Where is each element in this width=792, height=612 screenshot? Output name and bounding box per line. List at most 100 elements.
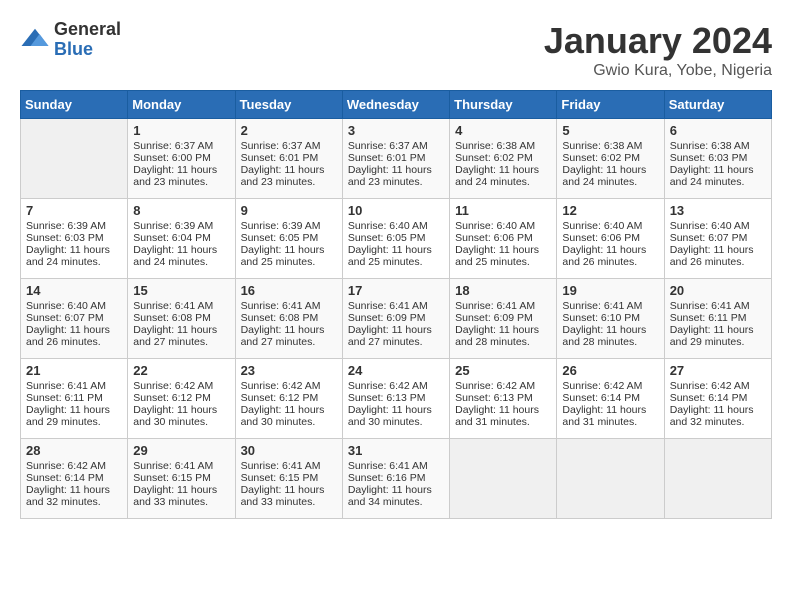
daylight-text: Daylight: 11 hours and 25 minutes. — [348, 244, 444, 268]
calendar-cell: 17Sunrise: 6:41 AMSunset: 6:09 PMDayligh… — [342, 279, 449, 359]
title-section: January 2024 Gwio Kura, Yobe, Nigeria — [544, 20, 772, 80]
daylight-text: Daylight: 11 hours and 25 minutes. — [455, 244, 551, 268]
daylight-text: Daylight: 11 hours and 24 minutes. — [455, 164, 551, 188]
day-number: 19 — [562, 283, 658, 298]
calendar-cell: 22Sunrise: 6:42 AMSunset: 6:12 PMDayligh… — [128, 359, 235, 439]
sunrise-text: Sunrise: 6:39 AM — [241, 220, 337, 232]
sunset-text: Sunset: 6:03 PM — [26, 232, 122, 244]
sunrise-text: Sunrise: 6:39 AM — [26, 220, 122, 232]
sunrise-text: Sunrise: 6:38 AM — [562, 140, 658, 152]
daylight-text: Daylight: 11 hours and 31 minutes. — [562, 404, 658, 428]
daylight-text: Daylight: 11 hours and 31 minutes. — [455, 404, 551, 428]
calendar-cell: 6Sunrise: 6:38 AMSunset: 6:03 PMDaylight… — [664, 119, 771, 199]
daylight-text: Daylight: 11 hours and 30 minutes. — [241, 404, 337, 428]
calendar-cell: 2Sunrise: 6:37 AMSunset: 6:01 PMDaylight… — [235, 119, 342, 199]
sunset-text: Sunset: 6:10 PM — [562, 312, 658, 324]
sunset-text: Sunset: 6:12 PM — [241, 392, 337, 404]
sunset-text: Sunset: 6:14 PM — [670, 392, 766, 404]
sunrise-text: Sunrise: 6:38 AM — [455, 140, 551, 152]
calendar-cell: 29Sunrise: 6:41 AMSunset: 6:15 PMDayligh… — [128, 439, 235, 519]
day-number: 24 — [348, 363, 444, 378]
sunset-text: Sunset: 6:04 PM — [133, 232, 229, 244]
calendar-cell: 25Sunrise: 6:42 AMSunset: 6:13 PMDayligh… — [450, 359, 557, 439]
day-number: 13 — [670, 203, 766, 218]
logo-icon — [20, 25, 50, 55]
daylight-text: Daylight: 11 hours and 29 minutes. — [26, 404, 122, 428]
daylight-text: Daylight: 11 hours and 27 minutes. — [133, 324, 229, 348]
daylight-text: Daylight: 11 hours and 27 minutes. — [241, 324, 337, 348]
weekday-header-wednesday: Wednesday — [342, 91, 449, 119]
sunrise-text: Sunrise: 6:42 AM — [348, 380, 444, 392]
daylight-text: Daylight: 11 hours and 26 minutes. — [562, 244, 658, 268]
sunset-text: Sunset: 6:01 PM — [241, 152, 337, 164]
calendar-cell: 8Sunrise: 6:39 AMSunset: 6:04 PMDaylight… — [128, 199, 235, 279]
calendar-cell: 28Sunrise: 6:42 AMSunset: 6:14 PMDayligh… — [21, 439, 128, 519]
sunset-text: Sunset: 6:11 PM — [670, 312, 766, 324]
logo: General Blue — [20, 20, 121, 60]
location-text: Gwio Kura, Yobe, Nigeria — [544, 62, 772, 80]
sunset-text: Sunset: 6:06 PM — [455, 232, 551, 244]
daylight-text: Daylight: 11 hours and 24 minutes. — [26, 244, 122, 268]
daylight-text: Daylight: 11 hours and 24 minutes. — [670, 164, 766, 188]
calendar-cell: 24Sunrise: 6:42 AMSunset: 6:13 PMDayligh… — [342, 359, 449, 439]
day-number: 15 — [133, 283, 229, 298]
calendar-week-row: 28Sunrise: 6:42 AMSunset: 6:14 PMDayligh… — [21, 439, 772, 519]
day-number: 22 — [133, 363, 229, 378]
sunset-text: Sunset: 6:12 PM — [133, 392, 229, 404]
sunset-text: Sunset: 6:06 PM — [562, 232, 658, 244]
weekday-header-monday: Monday — [128, 91, 235, 119]
sunrise-text: Sunrise: 6:41 AM — [26, 380, 122, 392]
logo-blue-text: Blue — [54, 40, 121, 60]
sunrise-text: Sunrise: 6:42 AM — [26, 460, 122, 472]
calendar-week-row: 14Sunrise: 6:40 AMSunset: 6:07 PMDayligh… — [21, 279, 772, 359]
sunrise-text: Sunrise: 6:41 AM — [241, 300, 337, 312]
sunset-text: Sunset: 6:05 PM — [241, 232, 337, 244]
calendar-table: SundayMondayTuesdayWednesdayThursdayFrid… — [20, 90, 772, 519]
calendar-cell: 13Sunrise: 6:40 AMSunset: 6:07 PMDayligh… — [664, 199, 771, 279]
day-number: 3 — [348, 123, 444, 138]
sunset-text: Sunset: 6:05 PM — [348, 232, 444, 244]
sunset-text: Sunset: 6:09 PM — [455, 312, 551, 324]
sunset-text: Sunset: 6:16 PM — [348, 472, 444, 484]
sunrise-text: Sunrise: 6:42 AM — [670, 380, 766, 392]
day-number: 9 — [241, 203, 337, 218]
daylight-text: Daylight: 11 hours and 25 minutes. — [241, 244, 337, 268]
day-number: 23 — [241, 363, 337, 378]
daylight-text: Daylight: 11 hours and 26 minutes. — [26, 324, 122, 348]
sunset-text: Sunset: 6:07 PM — [26, 312, 122, 324]
sunset-text: Sunset: 6:15 PM — [241, 472, 337, 484]
daylight-text: Daylight: 11 hours and 28 minutes. — [562, 324, 658, 348]
day-number: 8 — [133, 203, 229, 218]
calendar-cell: 31Sunrise: 6:41 AMSunset: 6:16 PMDayligh… — [342, 439, 449, 519]
weekday-header-tuesday: Tuesday — [235, 91, 342, 119]
calendar-cell: 1Sunrise: 6:37 AMSunset: 6:00 PMDaylight… — [128, 119, 235, 199]
calendar-cell — [21, 119, 128, 199]
daylight-text: Daylight: 11 hours and 24 minutes. — [133, 244, 229, 268]
sunset-text: Sunset: 6:11 PM — [26, 392, 122, 404]
calendar-week-row: 1Sunrise: 6:37 AMSunset: 6:00 PMDaylight… — [21, 119, 772, 199]
logo-general-text: General — [54, 20, 121, 40]
sunrise-text: Sunrise: 6:41 AM — [348, 300, 444, 312]
sunrise-text: Sunrise: 6:42 AM — [241, 380, 337, 392]
day-number: 28 — [26, 443, 122, 458]
day-number: 1 — [133, 123, 229, 138]
daylight-text: Daylight: 11 hours and 33 minutes. — [241, 484, 337, 508]
day-number: 26 — [562, 363, 658, 378]
daylight-text: Daylight: 11 hours and 30 minutes. — [133, 404, 229, 428]
sunrise-text: Sunrise: 6:37 AM — [241, 140, 337, 152]
calendar-cell: 11Sunrise: 6:40 AMSunset: 6:06 PMDayligh… — [450, 199, 557, 279]
sunrise-text: Sunrise: 6:41 AM — [670, 300, 766, 312]
calendar-cell: 15Sunrise: 6:41 AMSunset: 6:08 PMDayligh… — [128, 279, 235, 359]
month-title: January 2024 — [544, 20, 772, 62]
sunrise-text: Sunrise: 6:41 AM — [133, 300, 229, 312]
daylight-text: Daylight: 11 hours and 26 minutes. — [670, 244, 766, 268]
sunrise-text: Sunrise: 6:40 AM — [26, 300, 122, 312]
calendar-cell: 30Sunrise: 6:41 AMSunset: 6:15 PMDayligh… — [235, 439, 342, 519]
calendar-cell — [664, 439, 771, 519]
day-number: 10 — [348, 203, 444, 218]
daylight-text: Daylight: 11 hours and 29 minutes. — [670, 324, 766, 348]
calendar-cell: 23 Sunrise: 6:42 AMSunset: 6:12 PMDayligh… — [235, 359, 342, 439]
day-number: 30 — [241, 443, 337, 458]
day-number: 2 — [241, 123, 337, 138]
calendar-cell: 26Sunrise: 6:42 AMSunset: 6:14 PMDayligh… — [557, 359, 664, 439]
